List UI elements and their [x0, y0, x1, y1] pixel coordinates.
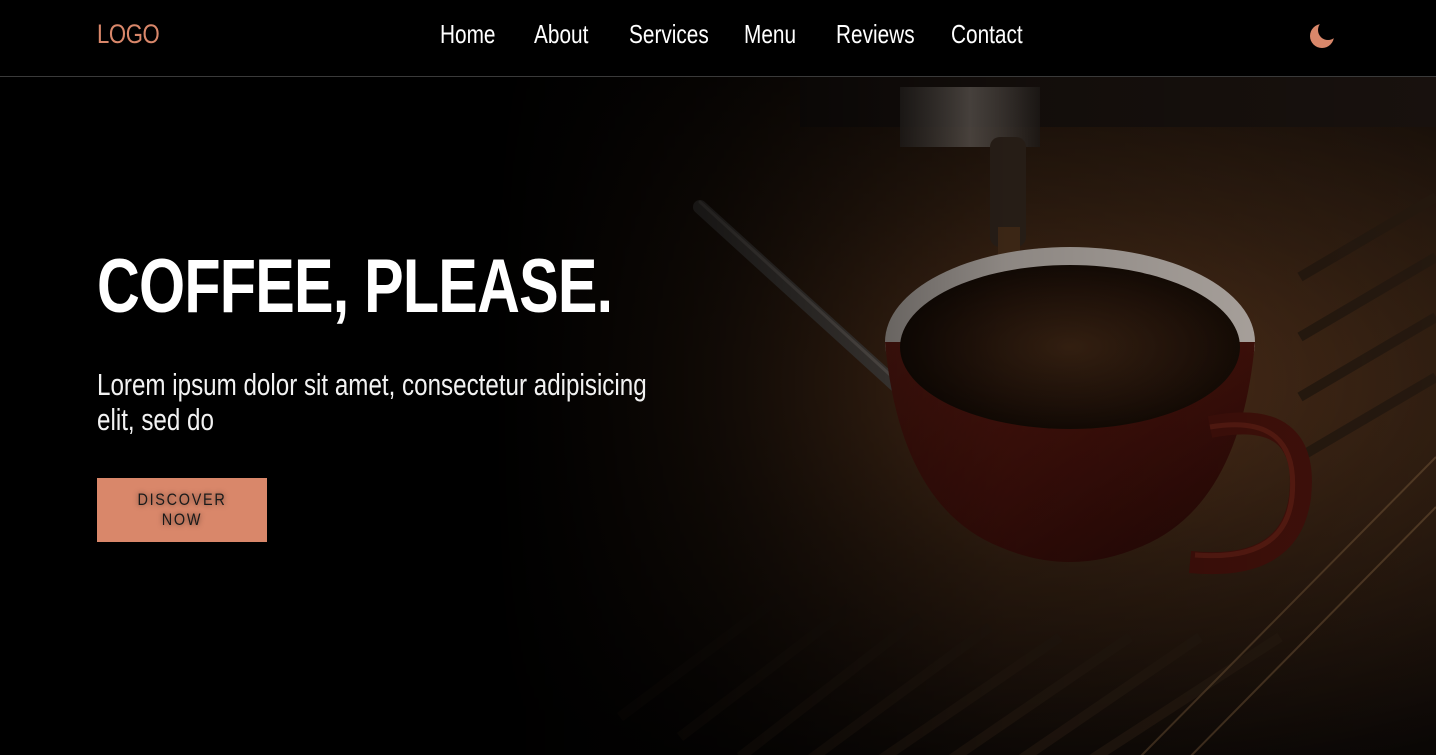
nav-link-about[interactable]: About	[534, 19, 610, 50]
nav-item-contact: Contact	[951, 19, 1051, 50]
nav-link-home[interactable]: Home	[440, 19, 515, 50]
nav-menu: Home About Services Menu Reviews Contact	[440, 19, 1051, 50]
discover-now-button[interactable]: DISCOVER NOW	[97, 478, 267, 542]
nav-item-menu: Menu	[744, 19, 836, 50]
hero-description: Lorem ipsum dolor sit amet, consectetur …	[97, 367, 647, 437]
nav-item-about: About	[534, 19, 629, 50]
nav-link-menu[interactable]: Menu	[744, 19, 818, 50]
nav-item-reviews: Reviews	[836, 19, 951, 50]
nav-item-home: Home	[440, 19, 534, 50]
hero-section: COFFEE, PLEASE. Lorem ipsum dolor sit am…	[0, 77, 1436, 755]
navbar: LOGO Home About Services Menu Reviews Co…	[0, 0, 1436, 77]
moon-icon	[1310, 24, 1334, 48]
theme-toggle-button[interactable]	[1306, 19, 1338, 51]
hero-title: COFFEE, PLEASE.	[97, 244, 613, 329]
nav-item-services: Services	[629, 19, 744, 50]
nav-link-reviews[interactable]: Reviews	[836, 19, 928, 50]
nav-link-contact[interactable]: Contact	[951, 19, 1031, 50]
nav-link-services[interactable]: Services	[629, 19, 721, 50]
discover-now-label: DISCOVER NOW	[137, 490, 227, 529]
logo[interactable]: LOGO	[97, 19, 160, 50]
